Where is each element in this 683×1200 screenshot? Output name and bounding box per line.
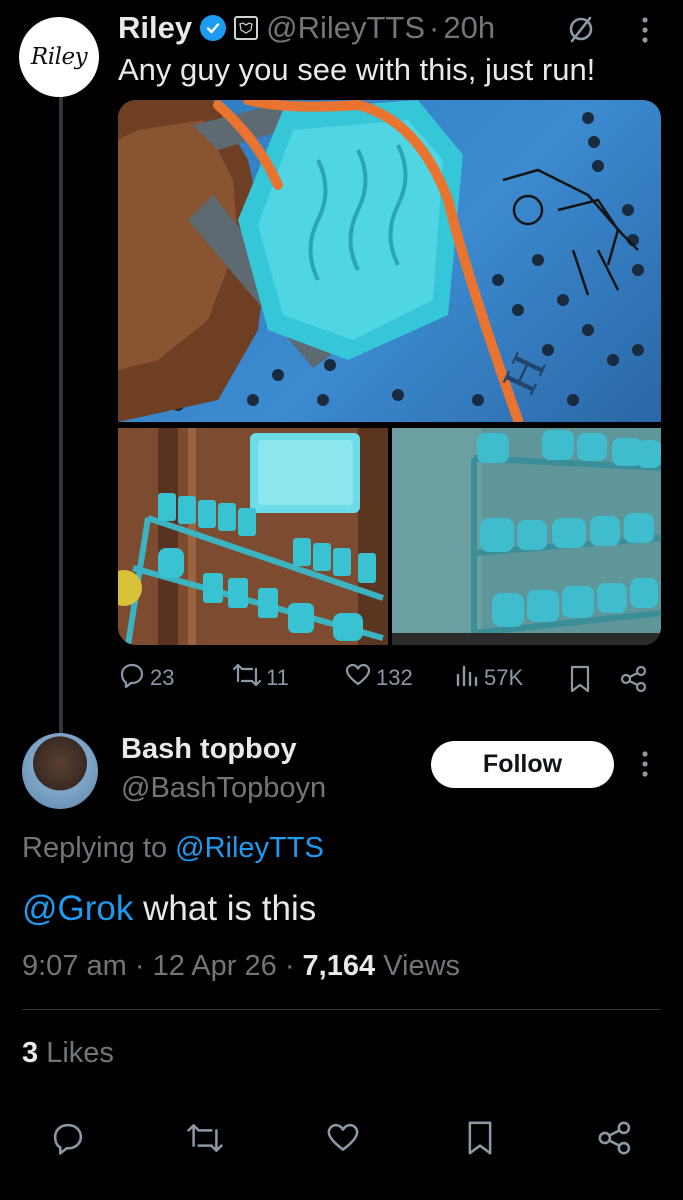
- repost-action[interactable]: 11: [232, 660, 289, 696]
- reply-author-name[interactable]: Bash topboy: [121, 733, 297, 766]
- bottom-reply-button[interactable]: [44, 1114, 92, 1162]
- reply-date[interactable]: 12 Apr 26: [153, 950, 277, 982]
- bookmark-icon: [468, 1121, 492, 1155]
- likes-summary[interactable]: 3 Likes: [22, 1037, 114, 1070]
- views-action[interactable]: 57K: [454, 660, 523, 696]
- affiliate-badge-icon[interactable]: [234, 16, 259, 40]
- reply-text: @Grok what is this: [22, 889, 316, 929]
- reply-meta: 9:07 am · 12 Apr 26 · 7,164 Views: [22, 950, 460, 983]
- bottom-bookmark-button[interactable]: [456, 1114, 504, 1162]
- grok-slash-icon[interactable]: [566, 14, 596, 44]
- avatar-logo-text: Riley: [30, 44, 88, 70]
- verified-badge-icon: [200, 15, 227, 41]
- reply-author-handle[interactable]: @BashTopboyn: [121, 772, 326, 805]
- bottom-like-button[interactable]: [319, 1114, 367, 1162]
- meta-separator-2: ·: [284, 950, 295, 982]
- media-image-rig-left[interactable]: [118, 428, 388, 645]
- meta-separator-1: ·: [134, 950, 145, 982]
- media-image-rig-right[interactable]: [392, 428, 661, 645]
- divider-top: [22, 1009, 661, 1010]
- share-icon: [598, 1121, 631, 1155]
- repost-icon: [232, 661, 262, 695]
- reply-more-icon[interactable]: [636, 748, 654, 780]
- like-icon: [344, 661, 372, 695]
- replying-to-label: Replying to: [22, 832, 168, 864]
- thread-connector: [59, 96, 63, 736]
- reply-icon: [53, 1123, 83, 1155]
- reply-action[interactable]: 23: [118, 660, 174, 696]
- replying-to-handle[interactable]: @RileyTTS: [175, 832, 324, 864]
- header-separator: ·: [429, 10, 440, 45]
- reply-time[interactable]: 9:07 am: [22, 950, 127, 982]
- reply-count: 23: [150, 665, 175, 690]
- bottom-share-button[interactable]: [591, 1114, 639, 1162]
- tweet-header: Riley @RileyTTS · 20h: [118, 6, 495, 50]
- likes-label: Likes: [46, 1037, 114, 1069]
- share-icon[interactable]: [619, 664, 649, 694]
- repost-icon: [187, 1124, 223, 1152]
- author-handle[interactable]: @RileyTTS: [266, 10, 425, 46]
- reply-avatar[interactable]: [22, 733, 98, 809]
- media-grid[interactable]: H: [118, 100, 661, 645]
- author-name[interactable]: Riley: [118, 10, 192, 46]
- more-icon[interactable]: [636, 14, 654, 46]
- reply-views-label: Views: [383, 950, 461, 982]
- repost-count: 11: [266, 665, 289, 690]
- reply-icon: [118, 661, 146, 695]
- likes-count: 3: [22, 1037, 39, 1069]
- bookmark-icon[interactable]: [567, 664, 593, 694]
- like-icon: [327, 1123, 359, 1151]
- bottom-repost-button[interactable]: [181, 1114, 229, 1162]
- views-count: 57K: [484, 665, 524, 690]
- views-icon: [454, 661, 480, 695]
- like-action[interactable]: 132: [344, 660, 413, 696]
- avatar[interactable]: Riley: [19, 17, 99, 97]
- like-count: 132: [376, 665, 413, 690]
- replying-to-line: Replying to @RileyTTS: [22, 832, 324, 865]
- media-image-main[interactable]: H: [118, 100, 661, 425]
- tweet-text: Any guy you see with this, just run!: [118, 52, 596, 87]
- follow-button[interactable]: Follow: [431, 741, 614, 788]
- tweet-time[interactable]: 20h: [443, 10, 495, 46]
- reply-body: what is this: [143, 889, 317, 928]
- reply-views-count: 7,164: [302, 950, 376, 982]
- mention-link[interactable]: @Grok: [22, 889, 133, 928]
